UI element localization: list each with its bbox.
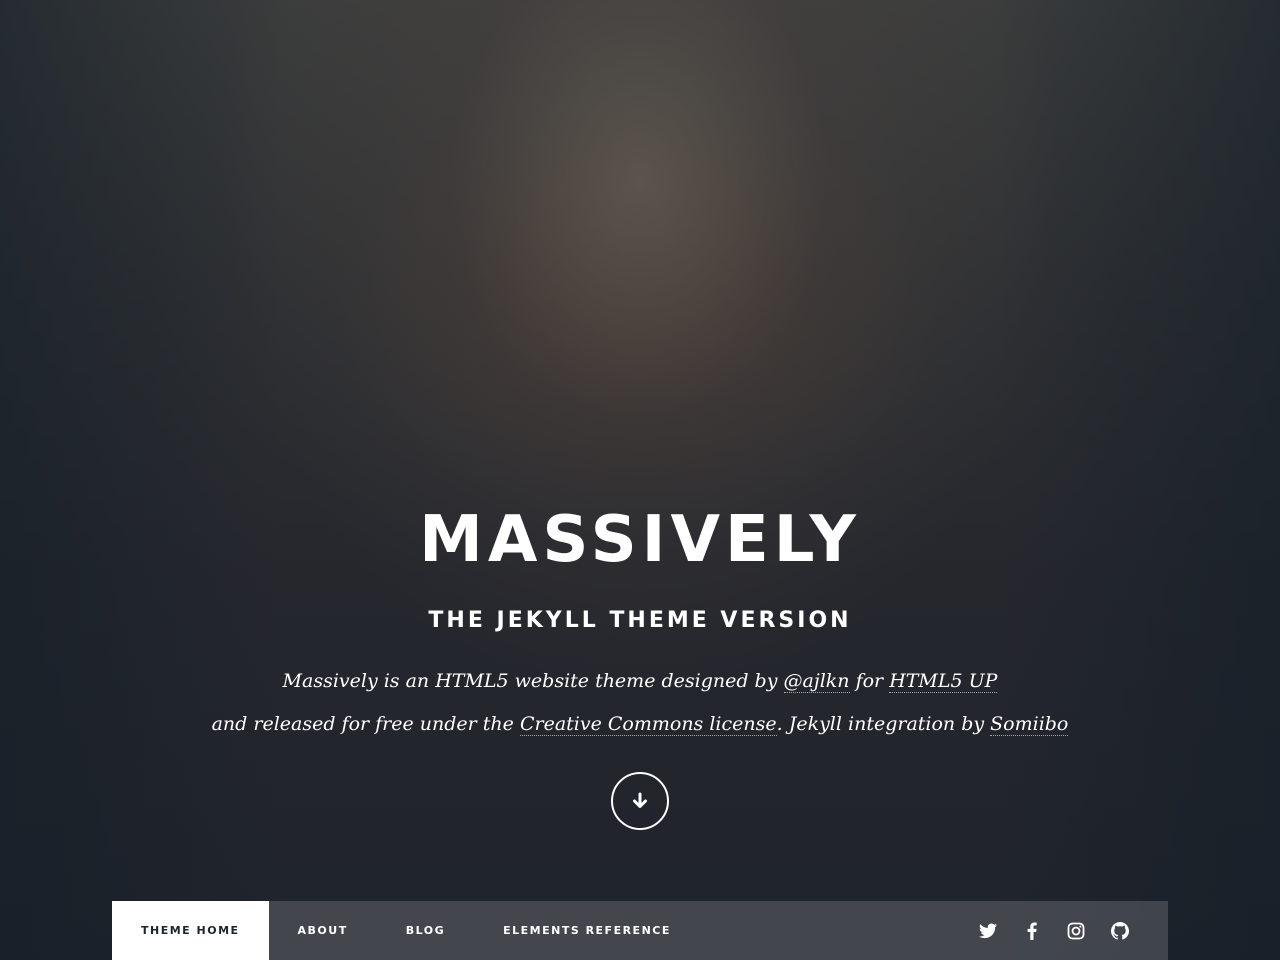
intro-text: . Jekyll integration by: [776, 713, 991, 735]
nav-item-theme-home[interactable]: THEME HOME: [112, 901, 269, 960]
intro-text: for: [849, 670, 890, 692]
nav-links: THEME HOME ABOUT BLOG ELEMENTS REFERENCE: [112, 901, 700, 960]
intro-description: Massively is an HTML5 website theme desi…: [0, 660, 1280, 746]
social-icons: [966, 901, 1168, 960]
scroll-down-button[interactable]: [611, 772, 669, 830]
html5up-link[interactable]: HTML5 UP: [889, 670, 998, 693]
instagram-icon[interactable]: [1054, 909, 1098, 953]
site-title: MASSIVELY: [419, 503, 861, 577]
facebook-icon[interactable]: [1010, 909, 1054, 953]
site-subtitle: THE JEKYLL THEME VERSION: [428, 608, 852, 633]
github-icon[interactable]: [1098, 909, 1142, 953]
somiibo-link[interactable]: Somiibo: [990, 713, 1069, 736]
nav-item-blog[interactable]: BLOG: [377, 901, 474, 960]
author-link[interactable]: @ajlkn: [783, 670, 850, 693]
nav-item-elements-reference[interactable]: ELEMENTS REFERENCE: [474, 901, 700, 960]
main-nav: THEME HOME ABOUT BLOG ELEMENTS REFERENCE: [112, 901, 1168, 960]
license-link[interactable]: Creative Commons license: [519, 713, 777, 736]
twitter-icon[interactable]: [966, 909, 1010, 953]
intro-text: Massively is an HTML5 website theme desi…: [282, 670, 784, 692]
arrow-down-icon: [633, 792, 647, 808]
nav-item-about[interactable]: ABOUT: [269, 901, 377, 960]
intro-text: and released for free under the: [211, 713, 520, 735]
